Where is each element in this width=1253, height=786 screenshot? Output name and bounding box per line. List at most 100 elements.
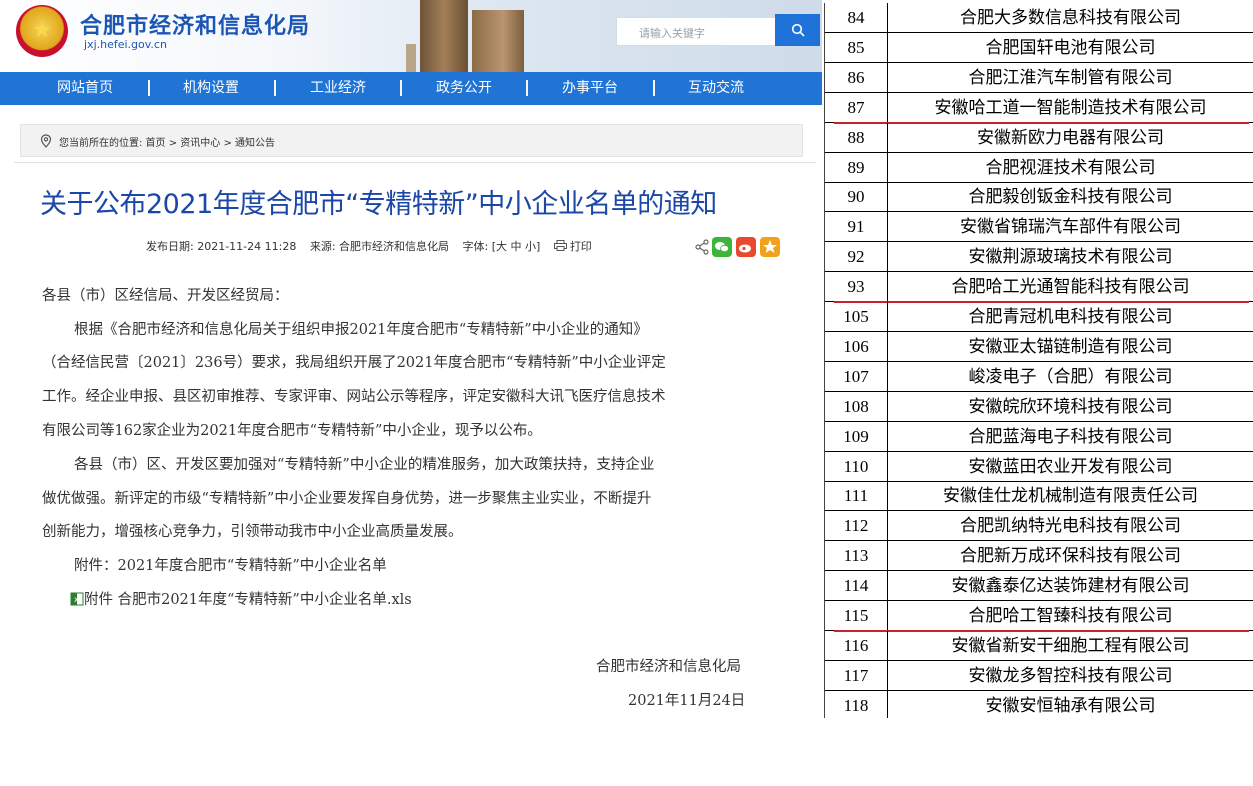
nav-item-services[interactable]: 办事平台 <box>562 72 618 105</box>
article-source: 来源: 合肥市经济和信息化局 <box>309 240 450 253</box>
company-name: 安徽新欧力电器有限公司 <box>977 127 1164 148</box>
nav-separator <box>653 80 655 96</box>
row-number: 112 <box>824 511 888 542</box>
table-row: 85 合肥国轩电池有限公司 <box>824 32 1253 63</box>
national-emblem-icon: ★ <box>16 5 68 57</box>
signature-date: 2021年11月24日 <box>628 693 746 709</box>
table-row: 107 峻凌电子（合肥）有限公司 <box>824 361 1253 392</box>
company-name: 安徽佳仕龙机械制造有限责任公司 <box>943 486 1198 507</box>
table-row: 113 合肥新万成环保科技有限公司 <box>824 541 1253 572</box>
row-number: 91 <box>824 212 888 243</box>
table-row: 88 安徽新欧力电器有限公司 <box>824 122 1253 153</box>
search-input[interactable]: 请输入关键字 <box>616 17 776 46</box>
site-header: ★ 合肥市经济和信息化局 jxj.hefei.gov.cn 请输入关键字 <box>0 0 822 72</box>
row-number: 90 <box>824 182 888 213</box>
table-row: 118 安徽安恒轴承有限公司 <box>824 690 1253 718</box>
table-row: 112 合肥凯纳特光电科技有限公司 <box>824 511 1253 542</box>
svg-text:x: x <box>74 595 79 604</box>
table-row: 114 安徽鑫泰亿达装饰建材有限公司 <box>824 571 1253 602</box>
row-number: 92 <box>824 242 888 273</box>
site-title[interactable]: 合肥市经济和信息化局 <box>80 8 310 40</box>
print-label: 打印 <box>569 240 592 253</box>
nav-item-industry[interactable]: 工业经济 <box>310 72 366 105</box>
main-nav: 网站首页 机构设置 工业经济 政务公开 办事平台 互动交流 <box>0 72 822 105</box>
breadcrumb-text[interactable]: 您当前所在的位置: 首页 > 资讯中心 > 通知公告 <box>59 134 275 149</box>
paragraph-1-line-4: 有限公司等162家企业为2021年度合肥市“专精特新”中小企业，现予以公布。 <box>42 423 542 439</box>
table-row: 90 合肥毅创钣金科技有限公司 <box>824 182 1253 213</box>
location-pin-icon <box>40 134 52 148</box>
company-table: 84 合肥大多数信息科技有限公司 85 合肥国轩电池有限公司 86 合肥江淮汽车制管有限公… <box>824 0 1253 718</box>
row-number: 105 <box>824 302 888 332</box>
row-number: 106 <box>824 331 888 362</box>
table-row: 116 安徽省新安干细胞工程有限公司 <box>824 630 1253 661</box>
company-name: 合肥青冠机电科技有限公司 <box>968 307 1173 327</box>
attachment-link[interactable]: x 附件 合肥市2021年度“专精特新”中小企业名单.xls <box>70 588 570 609</box>
company-name: 安徽省新安干细胞工程有限公司 <box>951 635 1190 656</box>
company-name: 合肥凯纳特光电科技有限公司 <box>960 516 1181 537</box>
paragraph-1-line-1: 根据《合肥市经济和信息化局关于组织申报2021年度合肥市“专精特新”中小企业的通… <box>74 322 648 338</box>
header-banner-image <box>400 0 530 72</box>
row-number: 118 <box>824 690 888 718</box>
table-row: 86 合肥江淮汽车制管有限公司 <box>824 62 1253 93</box>
table-row: 110 安徽蓝田农业开发有限公司 <box>824 451 1253 482</box>
company-name: 合肥哈工光通智能科技有限公司 <box>951 277 1190 298</box>
row-number: 88 <box>824 122 888 153</box>
attachment-link-label: 附件 合肥市2021年度“专精特新”中小企业名单.xls <box>84 592 412 608</box>
row-number: 110 <box>824 451 888 482</box>
nav-separator <box>400 80 402 96</box>
table-row: 91 安徽省锦瑞汽车部件有限公司 <box>824 212 1253 243</box>
row-number: 85 <box>824 32 888 63</box>
nav-separator <box>526 80 528 96</box>
row-number: 107 <box>824 361 888 392</box>
table-row: 92 安徽荆源玻璃技术有限公司 <box>824 242 1253 273</box>
font-size-selector[interactable]: 字体: [大 中 小] <box>463 240 541 253</box>
table-row: 109 合肥蓝海电子科技有限公司 <box>824 421 1253 452</box>
site-domain: jxj.hefei.gov.cn <box>84 38 167 51</box>
nav-separator <box>148 80 150 96</box>
row-number: 115 <box>824 601 888 631</box>
wechat-icon[interactable] <box>712 237 732 257</box>
nav-separator <box>274 80 276 96</box>
attachment-note: 附件：2021年度合肥市“专精特新”中小企业名单 <box>74 558 387 574</box>
company-name: 安徽皖欣环境科技有限公司 <box>968 396 1173 417</box>
favorite-star-icon[interactable] <box>760 237 780 257</box>
excel-file-icon: x <box>70 592 84 606</box>
paragraph-2-line-3: 创新能力，增强核心竞争力，引领带动我市中小企业高质量发展。 <box>42 524 463 540</box>
company-name: 合肥新万成环保科技有限公司 <box>960 546 1181 567</box>
company-name: 合肥国轩电池有限公司 <box>985 37 1156 58</box>
paragraph-1-line-2: （合经信民营〔2021〕236号）要求，我局组织开展了2021年度合肥市“专精特… <box>42 355 666 371</box>
search-placeholder: 请输入关键字 <box>639 27 705 40</box>
share-icon[interactable] <box>694 239 710 255</box>
nav-item-government-affairs[interactable]: 政务公开 <box>436 72 492 105</box>
company-name: 合肥蓝海电子科技有限公司 <box>968 426 1173 447</box>
company-name: 合肥江淮汽车制管有限公司 <box>968 67 1173 88</box>
company-name: 安徽哈工道一智能制造技术有限公司 <box>934 97 1207 118</box>
printer-icon <box>553 240 567 251</box>
table-row: 117 安徽龙多智控科技有限公司 <box>824 660 1253 691</box>
row-number: 114 <box>824 571 888 602</box>
row-number: 117 <box>824 660 888 691</box>
row-number: 116 <box>824 630 888 661</box>
table-row: 84 合肥大多数信息科技有限公司 <box>824 3 1253 33</box>
search-button[interactable] <box>775 14 820 46</box>
search-icon <box>791 23 805 37</box>
table-row: 111 安徽佳仕龙机械制造有限责任公司 <box>824 481 1253 512</box>
print-button[interactable]: 打印 <box>553 240 602 253</box>
row-number: 89 <box>824 152 888 183</box>
company-name: 安徽亚太锚链制造有限公司 <box>968 336 1173 357</box>
breadcrumb: 您当前所在的位置: 首页 > 资讯中心 > 通知公告 <box>20 124 803 157</box>
company-name: 安徽安恒轴承有限公司 <box>985 695 1156 716</box>
company-name: 安徽龙多智控科技有限公司 <box>968 665 1173 686</box>
row-number: 93 <box>824 272 888 303</box>
nav-item-home[interactable]: 网站首页 <box>57 72 113 105</box>
nav-item-organization[interactable]: 机构设置 <box>183 72 239 105</box>
company-name: 安徽蓝田农业开发有限公司 <box>968 456 1173 477</box>
table-row: 89 合肥视涯技术有限公司 <box>824 152 1253 183</box>
row-number: 87 <box>824 92 888 123</box>
company-name: 合肥大多数信息科技有限公司 <box>960 8 1181 28</box>
company-name: 合肥视涯技术有限公司 <box>985 157 1156 178</box>
divider <box>14 162 816 163</box>
row-number: 111 <box>824 481 888 512</box>
weibo-icon[interactable] <box>736 237 756 257</box>
nav-item-interaction[interactable]: 互动交流 <box>688 72 744 105</box>
